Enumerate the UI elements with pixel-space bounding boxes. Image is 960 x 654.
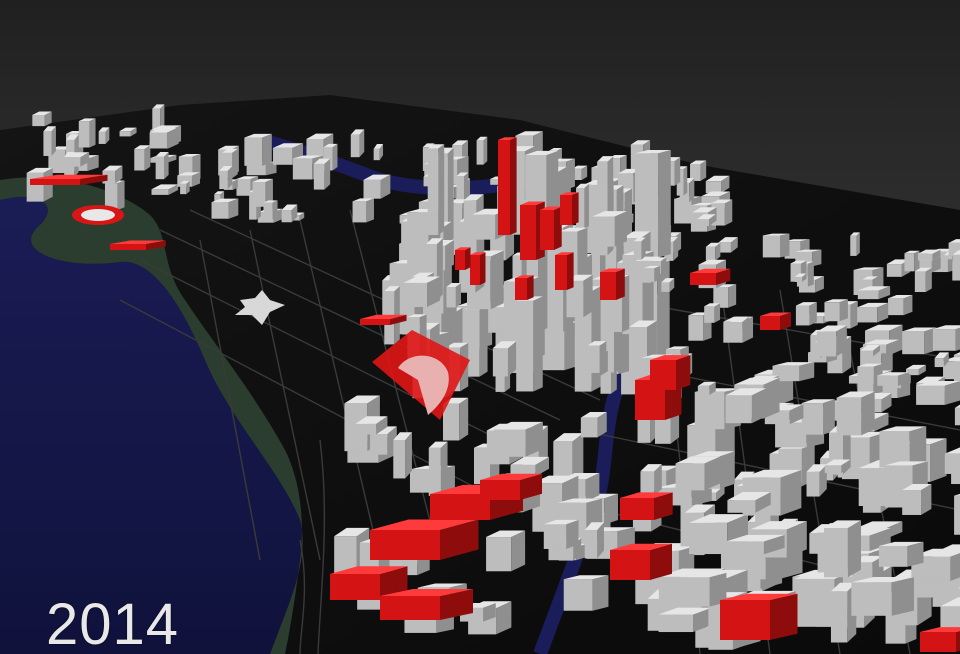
- building: [806, 464, 827, 497]
- building: [363, 174, 391, 199]
- building: [584, 522, 604, 559]
- building: [494, 421, 543, 457]
- highlighted-building: [600, 268, 625, 300]
- building: [675, 456, 721, 491]
- building: [32, 111, 52, 127]
- building: [705, 242, 721, 261]
- building: [155, 152, 169, 180]
- building: [393, 432, 412, 479]
- highlighted-building: [498, 137, 517, 235]
- building: [816, 325, 847, 357]
- year-label: 2014: [46, 592, 180, 654]
- building: [587, 341, 607, 373]
- building: [878, 541, 924, 567]
- highlighted-building: [620, 492, 673, 520]
- building: [149, 128, 177, 149]
- building: [801, 399, 835, 435]
- building: [633, 237, 646, 260]
- building: [690, 160, 707, 181]
- highlighted-building: [455, 247, 471, 270]
- building: [350, 129, 365, 158]
- building: [850, 232, 860, 256]
- building: [762, 233, 790, 258]
- building: [134, 145, 151, 171]
- highlighted-building: [555, 252, 574, 290]
- highlighted-building: [480, 473, 542, 500]
- building: [954, 493, 960, 535]
- building: [580, 411, 607, 438]
- building: [836, 391, 875, 436]
- building: [516, 296, 543, 392]
- highlighted-building: [690, 268, 731, 285]
- map-viewport[interactable]: 2014: [0, 0, 960, 654]
- building: [476, 136, 488, 165]
- building: [313, 158, 331, 190]
- building: [902, 483, 932, 515]
- highlighted-building: [760, 312, 791, 330]
- building: [543, 519, 579, 549]
- building: [914, 267, 932, 293]
- building: [446, 283, 462, 308]
- building: [904, 250, 920, 272]
- building: [592, 211, 627, 247]
- building: [857, 302, 889, 323]
- building: [104, 180, 125, 210]
- building: [704, 303, 721, 323]
- building: [887, 294, 913, 316]
- highlighted-building: [380, 589, 473, 620]
- building: [486, 530, 526, 572]
- building: [244, 133, 272, 166]
- building: [403, 276, 441, 307]
- building: [823, 520, 861, 578]
- building: [180, 180, 190, 195]
- building: [352, 198, 374, 223]
- building: [428, 441, 448, 496]
- city-3d-map[interactable]: [0, 0, 960, 654]
- highlighted-building: [560, 192, 579, 225]
- building: [824, 299, 848, 322]
- building: [795, 302, 817, 326]
- building: [644, 265, 660, 282]
- building: [78, 118, 96, 148]
- highlighted-building: [720, 593, 798, 640]
- highlighted-building: [515, 275, 534, 300]
- highlighted-building: [370, 519, 479, 560]
- building: [211, 198, 239, 219]
- building: [98, 127, 110, 144]
- highlighted-building: [650, 355, 691, 390]
- stadium: [72, 205, 124, 225]
- highlighted-building: [470, 252, 486, 285]
- building: [678, 572, 727, 607]
- building: [932, 325, 960, 351]
- building: [43, 126, 56, 156]
- highlighted-building: [920, 627, 960, 652]
- highlighted-building: [610, 543, 672, 580]
- building: [427, 144, 445, 235]
- building: [492, 341, 517, 377]
- building: [563, 575, 609, 611]
- building: [725, 388, 767, 424]
- building: [465, 304, 488, 377]
- building: [263, 200, 278, 220]
- building: [219, 165, 233, 190]
- building: [902, 327, 937, 355]
- building: [877, 372, 910, 386]
- building: [916, 380, 960, 405]
- building: [851, 577, 914, 616]
- highlighted-building: [540, 206, 562, 250]
- building: [640, 464, 662, 497]
